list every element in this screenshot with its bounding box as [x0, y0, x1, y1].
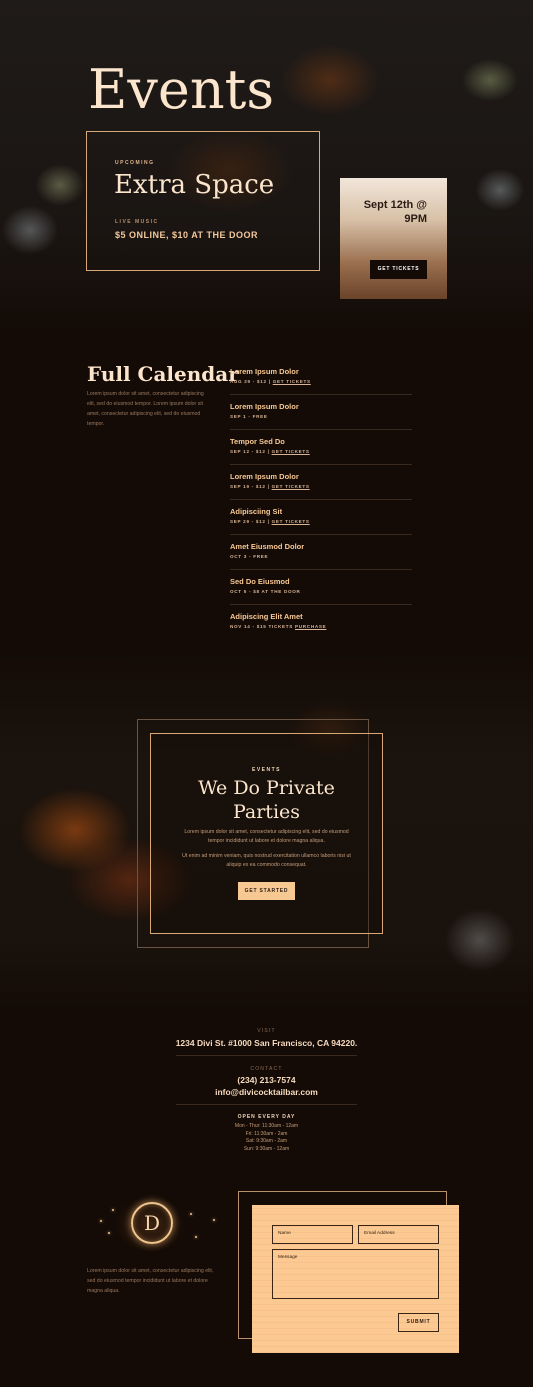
calendar-description: Lorem ipsum dolor sit amet, consectetur … [87, 391, 204, 427]
private-parties-title-line2: Parties [232, 801, 301, 823]
calendar-title: Full Calendar [87, 362, 239, 386]
calendar-list: Lorem Ipsum Dolor AUG 29 - $12 | GET TIC… [230, 360, 412, 640]
event-name: Amet Eiusmod Dolor [230, 542, 305, 551]
event-details: OCT 3 - FREE [230, 554, 269, 559]
get-tickets-button[interactable]: GET TICKETS [370, 260, 427, 279]
list-item: Lorem Ipsum Dolor AUG 29 - $12 | GET TIC… [230, 360, 412, 395]
event-details: SEP 19 - $12 | GET TICKETS [230, 484, 310, 489]
submit-button[interactable]: SUBMIT [398, 1313, 439, 1332]
event-date-line1: Sept 12th @ [363, 199, 427, 211]
visit-label: VISIT [257, 1028, 276, 1034]
featured-price: $5 ONLINE, $10 AT THE DOOR [115, 230, 259, 240]
hours-line: Sun: 9:30am - 12am [243, 1145, 290, 1152]
event-name: Tempor Sed Do [230, 437, 285, 446]
list-item: Amet Eiusmod Dolor OCT 3 - FREE [230, 535, 412, 570]
hours-label: OPEN EVERY DAY [237, 1114, 296, 1120]
event-name: Lorem Ipsum Dolor [230, 367, 299, 376]
event-date-card: Sept 12th @ 9PM GET TICKETS [340, 178, 447, 299]
contact-label: CONTACT [250, 1066, 283, 1072]
featured-event-box: UPCOMING Extra Space LIVE MUSIC $5 ONLIN… [86, 131, 320, 271]
get-started-button[interactable]: GET STARTED [238, 882, 295, 900]
event-details: NOV 14 - $15 TICKETS PURCHASE [230, 624, 327, 629]
hours-list: Mon - Thur: 11:30am - 12am Fri: 11:30am … [0, 1123, 533, 1153]
list-item: Lorem Ipsum Dolor SEP 1 - FREE [230, 395, 412, 430]
private-parties-text-2: Ut enim ad minim veniam, quis nostrud ex… [182, 853, 351, 868]
logo-letter: D [143, 1211, 161, 1235]
event-date-line2: 9PM [404, 213, 427, 225]
divider [176, 1055, 357, 1056]
hours-line: Fri: 11:30am - 2am [245, 1130, 288, 1137]
phone[interactable]: (234) 213-7574 [0, 1075, 533, 1085]
list-item: Tempor Sed Do SEP 12 - $12 | GET TICKETS [230, 430, 412, 465]
footer-description: Lorem ipsum dolor sit amet, consectetur … [87, 1268, 214, 1294]
get-tickets-link[interactable]: GET TICKETS [272, 449, 310, 454]
event-name: Lorem Ipsum Dolor [230, 472, 299, 481]
event-name: Adipiscing Elit Amet [230, 612, 303, 621]
address: 1234 Divi St. #1000 San Francisco, CA 94… [175, 1038, 358, 1048]
event-date: Sept 12th @ 9PM [337, 198, 427, 226]
event-details: OCT 5 - $8 AT THE DOOR [230, 589, 301, 594]
featured-eyebrow: UPCOMING [115, 160, 155, 166]
event-details: SEP 12 - $12 | GET TICKETS [230, 449, 310, 454]
email-link[interactable]: info@divicocktailbar.com [0, 1087, 533, 1097]
event-name: Adipisciing Sit [230, 507, 283, 516]
get-tickets-link[interactable]: GET TICKETS [273, 379, 311, 384]
logo: D [131, 1202, 173, 1244]
email-field[interactable]: Email Address [358, 1225, 439, 1244]
sparkle [108, 1232, 110, 1234]
event-name: Lorem Ipsum Dolor [230, 402, 299, 411]
private-parties-text-1: Lorem ipsum dolor sit amet, consectetur … [184, 829, 349, 844]
event-details: SEP 29 - $12 | GET TICKETS [230, 519, 310, 524]
divider [176, 1104, 357, 1105]
get-tickets-link[interactable]: GET TICKETS [272, 484, 310, 489]
list-item: Adipisciing Sit SEP 29 - $12 | GET TICKE… [230, 500, 412, 535]
sparkle [195, 1236, 197, 1238]
private-parties-eyebrow: EVENTS [251, 767, 281, 773]
get-tickets-link[interactable]: GET TICKETS [272, 519, 310, 524]
purchase-link[interactable]: PURCHASE [295, 624, 326, 629]
event-details: SEP 1 - FREE [230, 414, 268, 419]
event-name: Sed Do Eiusmod [230, 577, 290, 586]
list-item: Lorem Ipsum Dolor SEP 19 - $12 | GET TIC… [230, 465, 412, 500]
sparkle [213, 1219, 215, 1221]
message-field[interactable]: Message [272, 1249, 439, 1299]
contact-form: Name Email Address Message SUBMIT [252, 1205, 459, 1353]
list-item: Adipiscing Elit Amet NOV 14 - $15 TICKET… [230, 605, 412, 640]
sparkle [190, 1213, 192, 1215]
featured-category: LIVE MUSIC [115, 219, 159, 225]
list-item: Sed Do Eiusmod OCT 5 - $8 AT THE DOOR [230, 570, 412, 605]
sparkle [112, 1209, 114, 1211]
page-title: Events [88, 58, 275, 121]
event-details: AUG 29 - $12 | GET TICKETS [230, 379, 311, 384]
sparkle [100, 1220, 102, 1222]
hours-line: Sat: 9:30am - 2am [245, 1138, 288, 1144]
name-field[interactable]: Name [272, 1225, 353, 1244]
private-parties-title: We Do Private Parties [150, 776, 383, 824]
private-parties-title-line1: We Do Private [198, 777, 335, 799]
featured-event-name: Extra Space [114, 170, 275, 200]
hours-line: Mon - Thur: 11:30am - 12am [234, 1123, 299, 1129]
